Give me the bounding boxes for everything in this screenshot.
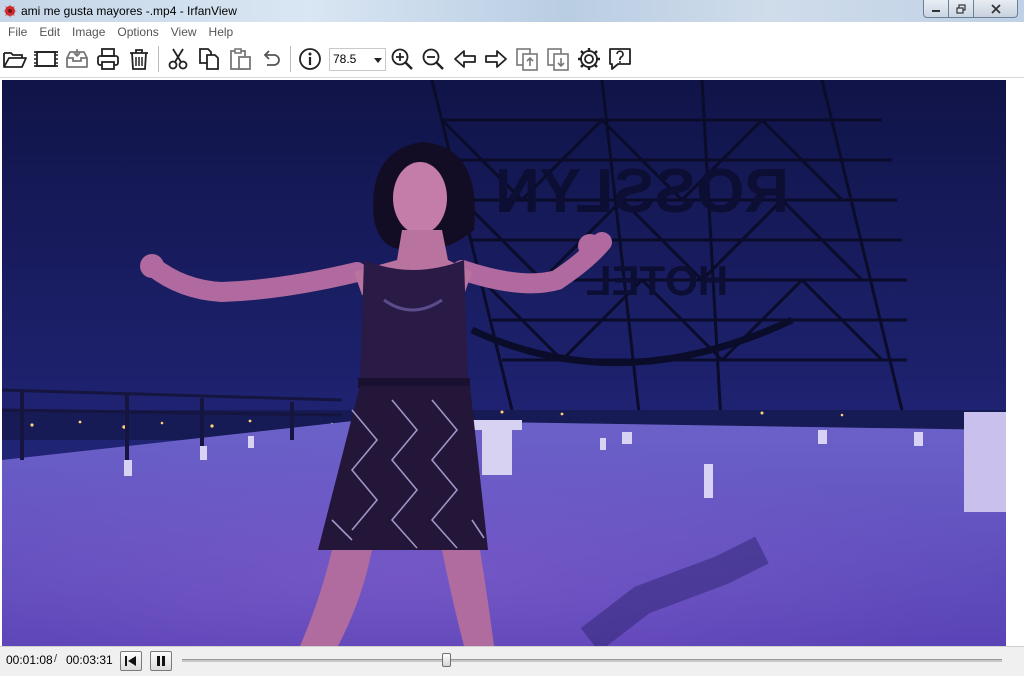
print-button[interactable] bbox=[94, 45, 122, 73]
first-page-button[interactable] bbox=[513, 45, 541, 73]
toolbar-separator bbox=[290, 46, 291, 72]
image-info-button[interactable] bbox=[296, 45, 324, 73]
undo-icon bbox=[263, 50, 280, 66]
trash-icon bbox=[130, 49, 148, 70]
paste-icon bbox=[230, 48, 251, 70]
zoom-select[interactable]: 78.5 bbox=[329, 48, 386, 71]
video-frame[interactable]: ROSSLYN HOTEL bbox=[2, 80, 1006, 646]
slideshow-button[interactable] bbox=[32, 45, 60, 73]
undo-button[interactable] bbox=[257, 45, 285, 73]
skip-to-start-button[interactable] bbox=[120, 651, 142, 671]
save-button[interactable] bbox=[63, 45, 91, 73]
save-icon bbox=[66, 49, 88, 68]
last-page-button[interactable] bbox=[544, 45, 572, 73]
player-controls: 00:01:08 / 00:03:31 bbox=[0, 646, 1024, 676]
menu-help[interactable]: Help bbox=[203, 25, 240, 39]
cut-icon bbox=[168, 48, 188, 70]
svg-text:HOTEL: HOTEL bbox=[586, 257, 728, 304]
irfanview-app-icon bbox=[2, 3, 18, 19]
info-icon bbox=[299, 48, 321, 70]
toolbar-separator bbox=[158, 46, 159, 72]
total-time: 00:03:31 bbox=[66, 653, 113, 667]
menu-file[interactable]: File bbox=[2, 25, 33, 39]
time-separator: / bbox=[54, 653, 58, 665]
zoom-out-icon bbox=[422, 48, 444, 70]
menu-bar: File Edit Image Options View Help bbox=[0, 22, 1024, 41]
menu-view[interactable]: View bbox=[165, 25, 203, 39]
toolbar: 78.5 bbox=[0, 41, 1024, 78]
filmstrip-icon bbox=[34, 51, 58, 67]
copy-icon bbox=[199, 48, 219, 70]
page-up-icon bbox=[516, 48, 538, 71]
restore-button[interactable] bbox=[949, 0, 974, 18]
help-button[interactable] bbox=[606, 45, 634, 73]
seek-bar[interactable] bbox=[182, 659, 1002, 662]
pause-button[interactable] bbox=[150, 651, 172, 671]
help-icon bbox=[609, 48, 631, 70]
zoom-in-icon bbox=[391, 48, 413, 70]
minimize-icon bbox=[932, 9, 940, 12]
restore-icon bbox=[956, 3, 966, 14]
menu-image[interactable]: Image bbox=[66, 25, 111, 39]
copy-button[interactable] bbox=[195, 45, 223, 73]
zoom-out-button[interactable] bbox=[419, 45, 447, 73]
skip-back-icon bbox=[125, 656, 136, 666]
close-icon bbox=[990, 3, 1001, 14]
menu-options[interactable]: Options bbox=[111, 25, 164, 39]
close-button[interactable] bbox=[974, 0, 1018, 18]
pause-icon bbox=[157, 656, 165, 666]
zoom-in-button[interactable] bbox=[388, 45, 416, 73]
arrow-left-icon bbox=[454, 50, 476, 68]
cut-button[interactable] bbox=[164, 45, 192, 73]
menu-edit[interactable]: Edit bbox=[33, 25, 66, 39]
open-button[interactable] bbox=[1, 45, 29, 73]
properties-button[interactable] bbox=[575, 45, 603, 73]
next-image-button[interactable] bbox=[482, 45, 510, 73]
arrow-right-icon bbox=[485, 50, 507, 68]
window-title: ami me gusta mayores -.mp4 - IrfanView bbox=[21, 4, 237, 18]
svg-text:ROSSLYN: ROSSLYN bbox=[495, 157, 789, 226]
open-folder-icon bbox=[3, 52, 27, 68]
window-gutter bbox=[1006, 80, 1024, 646]
minimize-button[interactable] bbox=[923, 0, 949, 18]
current-time: 00:01:08 bbox=[6, 653, 53, 667]
delete-button[interactable] bbox=[125, 45, 153, 73]
page-down-icon bbox=[547, 48, 569, 71]
previous-image-button[interactable] bbox=[451, 45, 479, 73]
paste-button[interactable] bbox=[226, 45, 254, 73]
print-icon bbox=[97, 48, 119, 70]
chevron-down-icon bbox=[374, 58, 382, 63]
title-bar: ami me gusta mayores -.mp4 - IrfanView bbox=[0, 0, 1024, 22]
seek-thumb[interactable] bbox=[441, 653, 451, 667]
zoom-value: 78.5 bbox=[333, 52, 357, 66]
gear-icon bbox=[578, 48, 600, 70]
